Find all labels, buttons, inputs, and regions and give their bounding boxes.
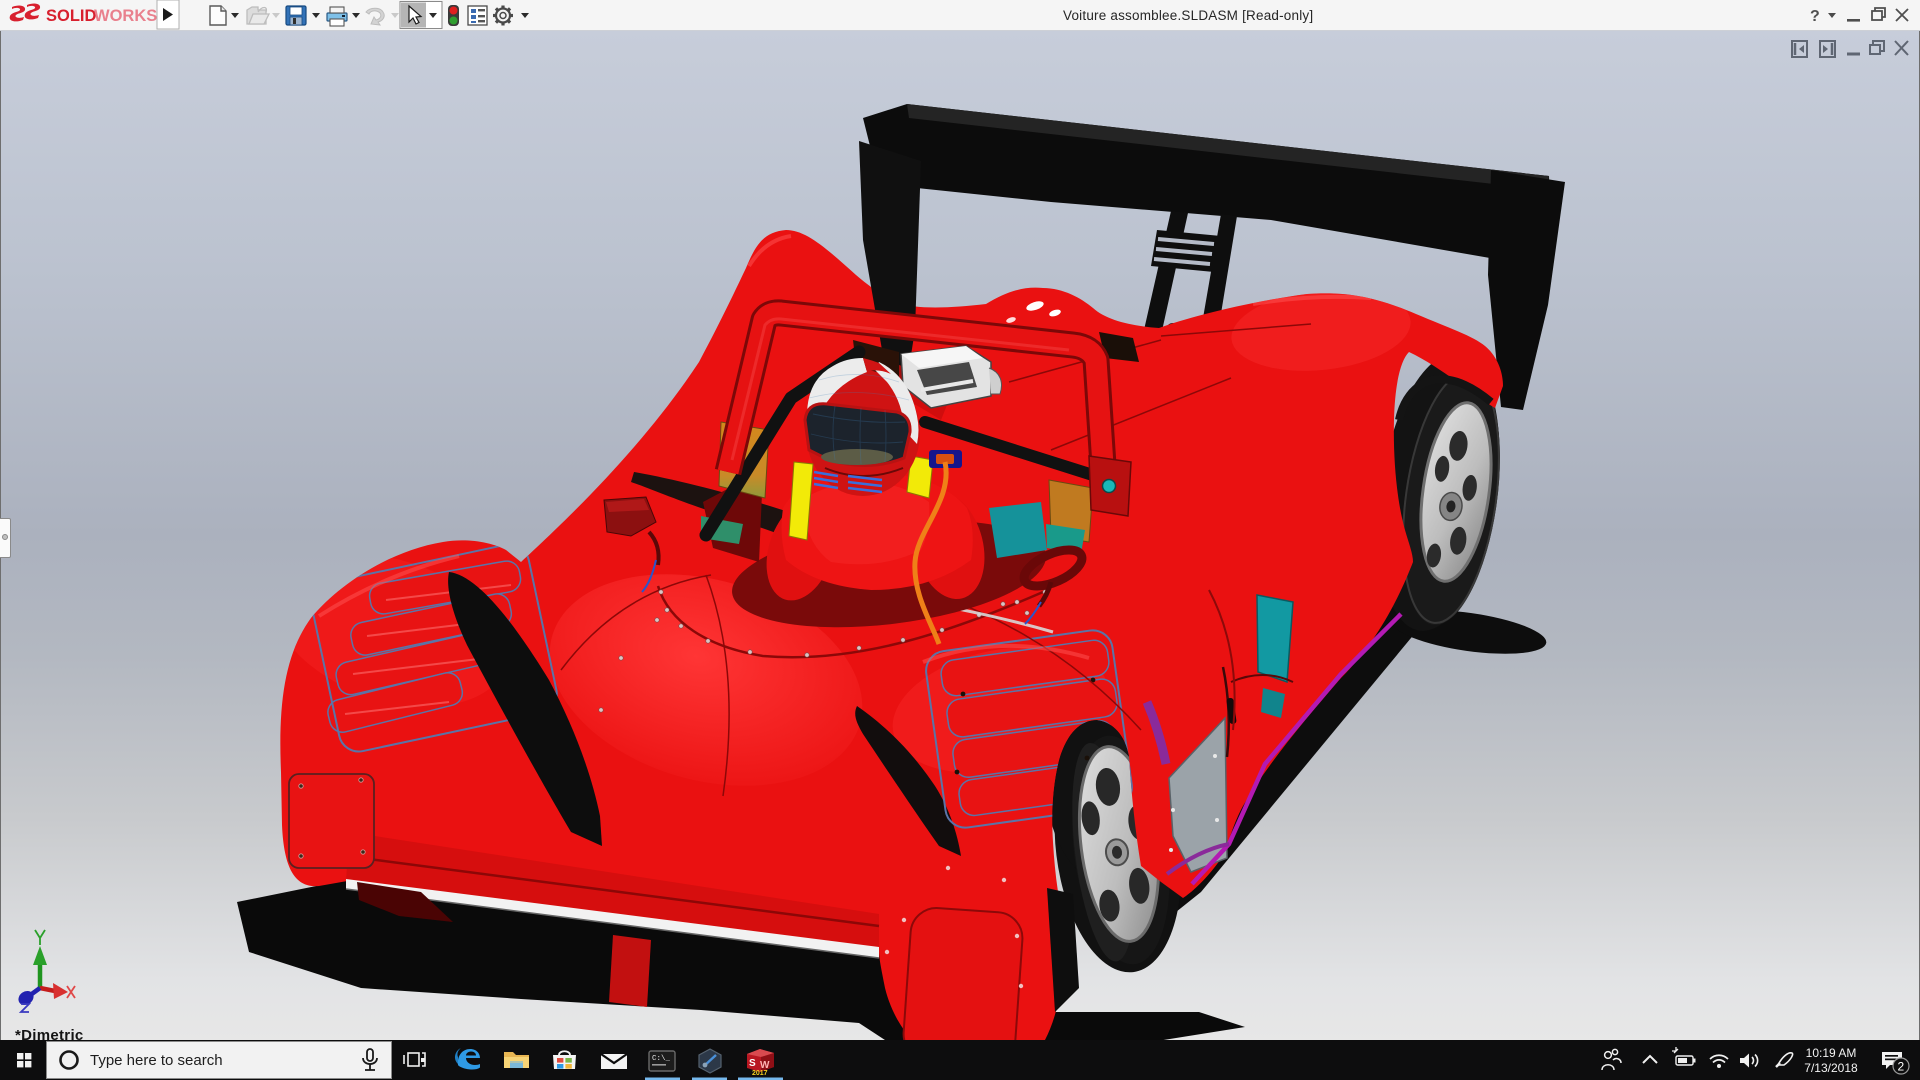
svg-text:?: ? bbox=[1810, 8, 1820, 25]
svg-text:C:\_: C:\_ bbox=[652, 1055, 671, 1063]
svg-text:WORKS: WORKS bbox=[94, 7, 157, 25]
svg-text:S: S bbox=[749, 1058, 756, 1069]
svg-text:SOLID: SOLID bbox=[46, 7, 97, 25]
svg-text:2017: 2017 bbox=[752, 1070, 768, 1077]
svg-text:2: 2 bbox=[1898, 1060, 1905, 1074]
